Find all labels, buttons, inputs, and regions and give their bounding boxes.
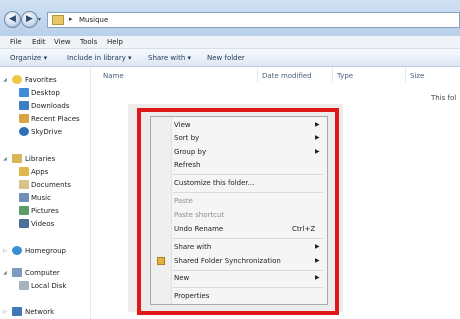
forward-button[interactable]: ▶ (21, 11, 38, 28)
apps-library-icon (19, 167, 29, 176)
computer-icon (12, 268, 22, 277)
column-date-modified[interactable]: Date modified (262, 72, 312, 80)
network-icon (12, 307, 22, 316)
folder-icon (52, 15, 64, 25)
navigation-pane: ◢ Favorites Desktop Downloads Recent Pla… (0, 67, 91, 319)
expand-arrow-icon[interactable]: ◢ (3, 156, 7, 162)
command-bar: Organize ▾ Include in library ▾ Share wi… (0, 49, 460, 67)
highlight-rectangle (137, 108, 339, 315)
expand-arrow-icon[interactable]: ▷ (3, 248, 7, 254)
nav-music[interactable]: Music (31, 194, 51, 202)
column-divider[interactable] (332, 68, 333, 82)
menu-tools[interactable]: Tools (80, 38, 97, 46)
nav-pictures[interactable]: Pictures (31, 207, 59, 215)
recent-pages-dropdown[interactable]: ▾ (38, 16, 41, 23)
favorites-star-icon (12, 75, 22, 84)
breadcrumb-chevron-icon[interactable]: ▸ (69, 15, 73, 23)
menu-edit[interactable]: Edit (32, 38, 46, 46)
menu-bar: File Edit View Tools Help (0, 36, 460, 49)
organize-button[interactable]: Organize ▾ (10, 54, 47, 62)
downloads-icon (19, 101, 29, 110)
expand-arrow-icon[interactable]: ▷ (3, 309, 7, 315)
nav-favorites[interactable]: Favorites (25, 76, 57, 84)
nav-local-disk[interactable]: Local Disk (31, 282, 66, 290)
menu-help[interactable]: Help (107, 38, 123, 46)
nav-skydrive[interactable]: SkyDrive (31, 128, 62, 136)
skydrive-cloud-icon (19, 127, 29, 136)
nav-network[interactable]: Network (25, 308, 54, 316)
nav-apps[interactable]: Apps (31, 168, 48, 176)
nav-computer[interactable]: Computer (25, 269, 60, 277)
column-name[interactable]: Name (103, 72, 124, 80)
new-folder-button[interactable]: New folder (207, 54, 245, 62)
nav-downloads[interactable]: Downloads (31, 102, 69, 110)
nav-documents[interactable]: Documents (31, 181, 71, 189)
nav-recent-places[interactable]: Recent Places (31, 115, 80, 123)
menu-file[interactable]: File (10, 38, 22, 46)
nav-homegroup[interactable]: Homegroup (25, 247, 66, 255)
nav-desktop[interactable]: Desktop (31, 89, 60, 97)
address-folder-name[interactable]: Musique (79, 16, 108, 24)
recent-places-icon (19, 114, 29, 123)
column-size[interactable]: Size (410, 72, 424, 80)
column-divider[interactable] (257, 68, 258, 82)
libraries-icon (12, 154, 22, 163)
column-type[interactable]: Type (337, 72, 353, 80)
expand-arrow-icon[interactable]: ◢ (3, 77, 7, 83)
documents-icon (19, 180, 29, 189)
nav-videos[interactable]: Videos (31, 220, 54, 228)
title-bar: ◀ ▶ ▾ ▸ Musique (0, 0, 460, 37)
address-bar[interactable]: ▸ Musique (47, 12, 460, 28)
homegroup-icon (12, 246, 22, 255)
videos-icon (19, 219, 29, 228)
share-with-button[interactable]: Share with ▾ (148, 54, 191, 62)
column-divider[interactable] (405, 68, 406, 82)
back-button[interactable]: ◀ (4, 11, 21, 28)
nav-libraries[interactable]: Libraries (25, 155, 55, 163)
music-icon (19, 193, 29, 202)
include-in-library-button[interactable]: Include in library ▾ (67, 54, 132, 62)
local-disk-icon (19, 281, 29, 290)
menu-view[interactable]: View (54, 38, 71, 46)
empty-folder-message: This fol (431, 94, 457, 102)
pictures-icon (19, 206, 29, 215)
desktop-icon (19, 88, 29, 97)
expand-arrow-icon[interactable]: ◢ (3, 270, 7, 276)
